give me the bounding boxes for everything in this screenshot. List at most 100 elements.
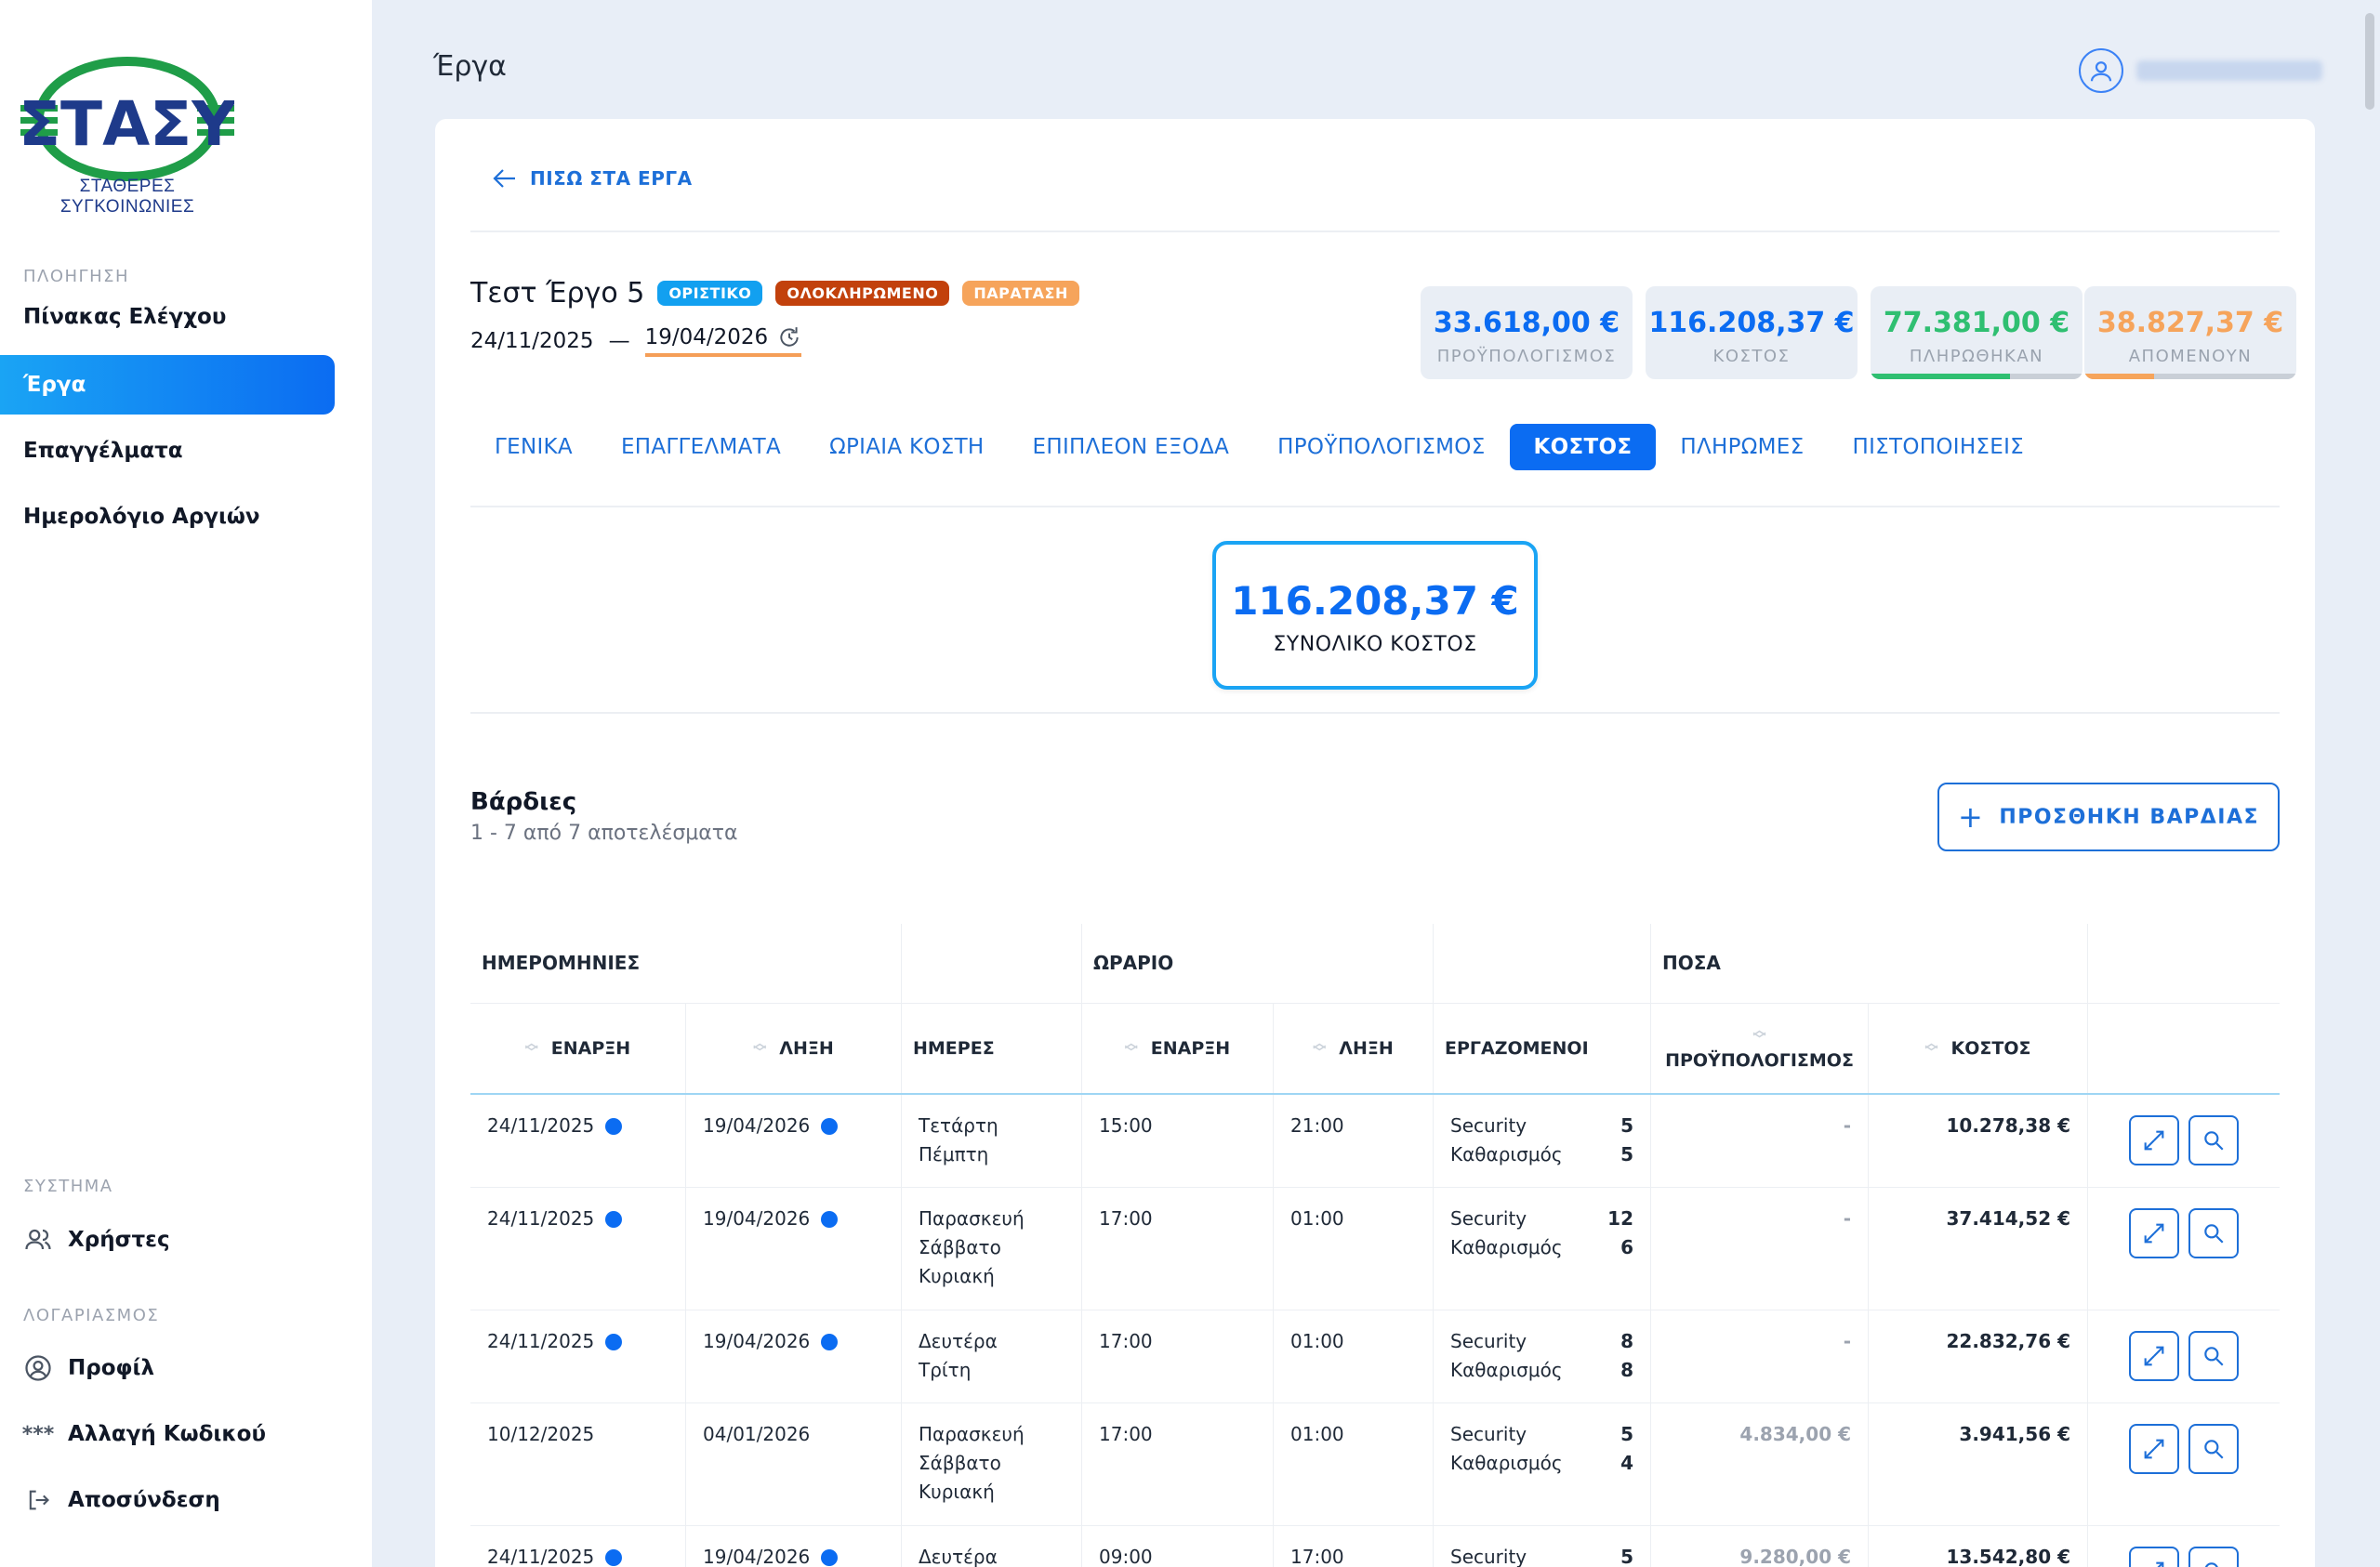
stat-progress-fill — [1871, 374, 2011, 379]
col-time-end[interactable]: ︿ ﹀ ΛΗΞΗ — [1274, 1004, 1434, 1093]
sidebar-item-change-password[interactable]: *** Αλλαγή Κωδικού — [0, 1404, 335, 1464]
sidebar-item-projects[interactable]: Έργα — [0, 355, 335, 415]
col-end-date[interactable]: ︿ ﹀ ΛΗΞΗ — [686, 1004, 902, 1093]
sidebar-item-holidays[interactable]: Ημερολόγιο Αργιών — [0, 487, 335, 546]
add-shift-button[interactable]: + ΠΡΟΣΘΗΚΗ ΒΑΡΔΙΑΣ — [1937, 783, 2280, 851]
sidebar-item-profile[interactable]: Προφίλ — [0, 1338, 335, 1398]
view-button[interactable] — [2188, 1331, 2239, 1381]
tab-cost[interactable]: ΚΟΣΤΟΣ — [1509, 424, 1657, 470]
table-row[interactable]: 10/12/2025 04/01/2026 Παρασκευή Σάββατο Κυ… — [470, 1403, 2280, 1526]
status-dot-icon — [605, 1549, 623, 1566]
employee-role: Security — [1450, 1207, 1527, 1230]
status-dot-icon — [821, 1334, 839, 1350]
table-row[interactable]: 24/11/2025 19/04/2026 Δευτέρα 09:00 17:00 Sec… — [470, 1526, 2280, 1567]
tab-hourly-costs[interactable]: ΩΡΙΑΙΑ ΚΟΣΤΗ — [805, 424, 1008, 470]
stat-paid: 77.381,00 € ΠΛΗΡΩΘΗΚΑΝ — [1871, 286, 2082, 379]
system-section-label: ΣΥΣΤΗΜΑ — [23, 1177, 113, 1196]
sidebar-item-users[interactable]: Χρήστες — [0, 1210, 335, 1270]
cell-time-end: 01:00 — [1274, 1310, 1434, 1402]
stat-label: ΠΡΟΫΠΟΛΟΓΙΣΜΟΣ — [1436, 347, 1617, 366]
tab-budget[interactable]: ΠΡΟΫΠΟΛΟΓΙΣΜΟΣ — [1253, 424, 1509, 470]
arrow-left-icon — [493, 169, 515, 188]
extension-history-icon — [780, 327, 799, 347]
sidebar-item-dashboard[interactable]: Πίνακας Ελέγχου — [0, 287, 335, 347]
scrollbar[interactable] — [2365, 13, 2374, 110]
stat-label: ΑΠΟΜΕΝΟΥΝ — [2128, 347, 2253, 366]
view-button[interactable] — [2188, 1547, 2239, 1567]
table-row[interactable]: 24/11/2025 19/04/2026 Τετάρτη Πέμπτη 15:00 2… — [470, 1095, 2280, 1188]
col-label: ΕΝΑΡΞΗ — [550, 1038, 631, 1059]
divider — [470, 712, 2280, 714]
group-dates: ΗΜΕΡΟΜΗΝΙΕΣ — [470, 924, 902, 1003]
expand-button[interactable] — [2129, 1547, 2179, 1567]
expand-button[interactable] — [2129, 1424, 2179, 1474]
sidebar-item-label: Ημερολόγιο Αργιών — [23, 505, 260, 529]
cell-start-date: 24/11/2025 — [470, 1526, 686, 1567]
page-title: Έργα — [433, 50, 507, 83]
employee-role: Καθαρισμός — [1450, 1452, 1563, 1474]
sort-icon: ︿ ﹀ — [1752, 1023, 1766, 1047]
total-cost-label: ΣΥΝΟΛΙΚΟ ΚΟΣΤΟΣ — [1273, 633, 1477, 656]
expand-button[interactable] — [2129, 1115, 2179, 1165]
col-time-start[interactable]: ︿ ﹀ ΕΝΑΡΞΗ — [1082, 1004, 1274, 1093]
tab-certifications[interactable]: ΠΙΣΤΟΠΟΙΗΣΕΙΣ — [1828, 424, 2048, 470]
cell-employees: Security 5 — [1434, 1526, 1651, 1567]
user-menu[interactable] — [2079, 48, 2322, 93]
col-start-date[interactable]: ︿ ﹀ ΕΝΑΡΞΗ — [470, 1004, 686, 1093]
back-to-projects-link[interactable]: ΠΙΣΩ ΣΤΑ ΕΡΓΑ — [493, 167, 693, 190]
employee-line: Καθαρισμός 5 — [1450, 1140, 1633, 1169]
sidebar-item-professions[interactable]: Επαγγέλματα — [0, 421, 335, 481]
cell-cost: 13.542,80 € — [1869, 1526, 2088, 1567]
cell-actions — [2088, 1310, 2280, 1402]
tab-payments[interactable]: ΠΛΗΡΩΜΕΣ — [1656, 424, 1828, 470]
stat-progress-bar — [1871, 374, 2082, 379]
cost-value: 37.414,52 € — [1946, 1207, 2071, 1230]
cell-end-date: 19/04/2026 — [686, 1095, 902, 1187]
search-icon — [2204, 1131, 2224, 1151]
table-column-header: ︿ ﹀ ΕΝΑΡΞΗ ︿ ﹀ ΛΗΞΗ ΗΜΕΡΕΣ ︿ ﹀ ΕΝΑΡΞΗ ︿ ﹀ ΛΗΞΗ Ε… — [470, 1004, 2280, 1095]
view-button[interactable] — [2188, 1115, 2239, 1165]
project-start-date: 24/11/2025 — [470, 329, 594, 353]
cell-employees: Security 12 Καθαρισμός 6 — [1434, 1188, 1651, 1310]
tab-extra-expenses[interactable]: ΕΠΙΠΛΕΟΝ ΕΞΟΔΑ — [1009, 424, 1254, 470]
cell-employees: Security 5 Καθαρισμός 4 — [1434, 1403, 1651, 1525]
expand-button[interactable] — [2129, 1208, 2179, 1258]
divider — [470, 506, 2280, 507]
status-badge-extension: ΠΑΡΑΤΑΣΗ — [962, 281, 1079, 306]
time-start: 09:00 — [1099, 1546, 1153, 1567]
project-dates: 24/11/2025 — 19/04/2026 — [470, 325, 802, 357]
search-icon — [2204, 1562, 2218, 1567]
budget-value: - — [1843, 1207, 1851, 1230]
tab-general[interactable]: ΓΕΝΙΚΑ — [470, 424, 597, 470]
days: Δευτέρα — [919, 1546, 998, 1567]
table-row[interactable]: 24/11/2025 19/04/2026 Παρασκευή Σάββατο Κυ… — [470, 1188, 2280, 1310]
sidebar-item-logout[interactable]: Αποσύνδεση — [0, 1470, 335, 1530]
view-button[interactable] — [2188, 1208, 2239, 1258]
budget-value: - — [1843, 1114, 1851, 1137]
cell-days: Τετάρτη Πέμπτη — [902, 1095, 1082, 1187]
project-end-date-wrap[interactable]: 19/04/2026 — [644, 325, 802, 357]
cell-time-start: 17:00 — [1082, 1188, 1274, 1310]
expand-button[interactable] — [2129, 1331, 2179, 1381]
logo-caption: ΣΤΑΘΕΡΕΣ ΣΥΓΚΟΙΝΩΝΙΕΣ — [60, 177, 195, 217]
status-dot-icon — [605, 1118, 623, 1135]
expand-icon — [2144, 1130, 2164, 1151]
tab-professions[interactable]: ΕΠΑΓΓΕΛΜΑΤΑ — [597, 424, 805, 470]
col-cost[interactable]: ︿ ﹀ ΚΟΣΤΟΣ — [1869, 1004, 2088, 1093]
table-group-header: ΗΜΕΡΟΜΗΝΙΕΣ ΩΡΑΡΙΟ ΠΟΣΑ — [470, 924, 2280, 1004]
sidebar: ΣΤΑΣΥ ΣΤΑΘΕΡΕΣ ΣΥΓΚΟΙΝΩΝΙΕΣ ΠΛΟΗΓΗΣΗ Πίν… — [0, 0, 372, 1567]
sort-icon: ︿ ﹀ — [753, 1036, 767, 1060]
budget-value: 9.280,00 € — [1739, 1546, 1851, 1567]
cell-days: Δευτέρα Τρίτη — [902, 1310, 1082, 1402]
end-date: 19/04/2026 — [703, 1330, 811, 1352]
sidebar-item-label: Προφίλ — [68, 1356, 155, 1380]
expand-icon — [2144, 1439, 2164, 1459]
employee-count: 5 — [1620, 1546, 1633, 1567]
view-button[interactable] — [2188, 1424, 2239, 1474]
back-link-label: ΠΙΣΩ ΣΤΑ ΕΡΓΑ — [530, 167, 693, 190]
sort-icon: ︿ ﹀ — [1924, 1036, 1938, 1060]
table-row[interactable]: 24/11/2025 19/04/2026 Δευτέρα Τρίτη 17:00 01… — [470, 1310, 2280, 1403]
users-icon — [23, 1225, 53, 1255]
col-budget[interactable]: ︿ ﹀ ΠΡΟΫΠΟΛΟΓΙΣΜΟΣ — [1651, 1004, 1869, 1093]
employee-role: Καθαρισμός — [1450, 1143, 1563, 1165]
